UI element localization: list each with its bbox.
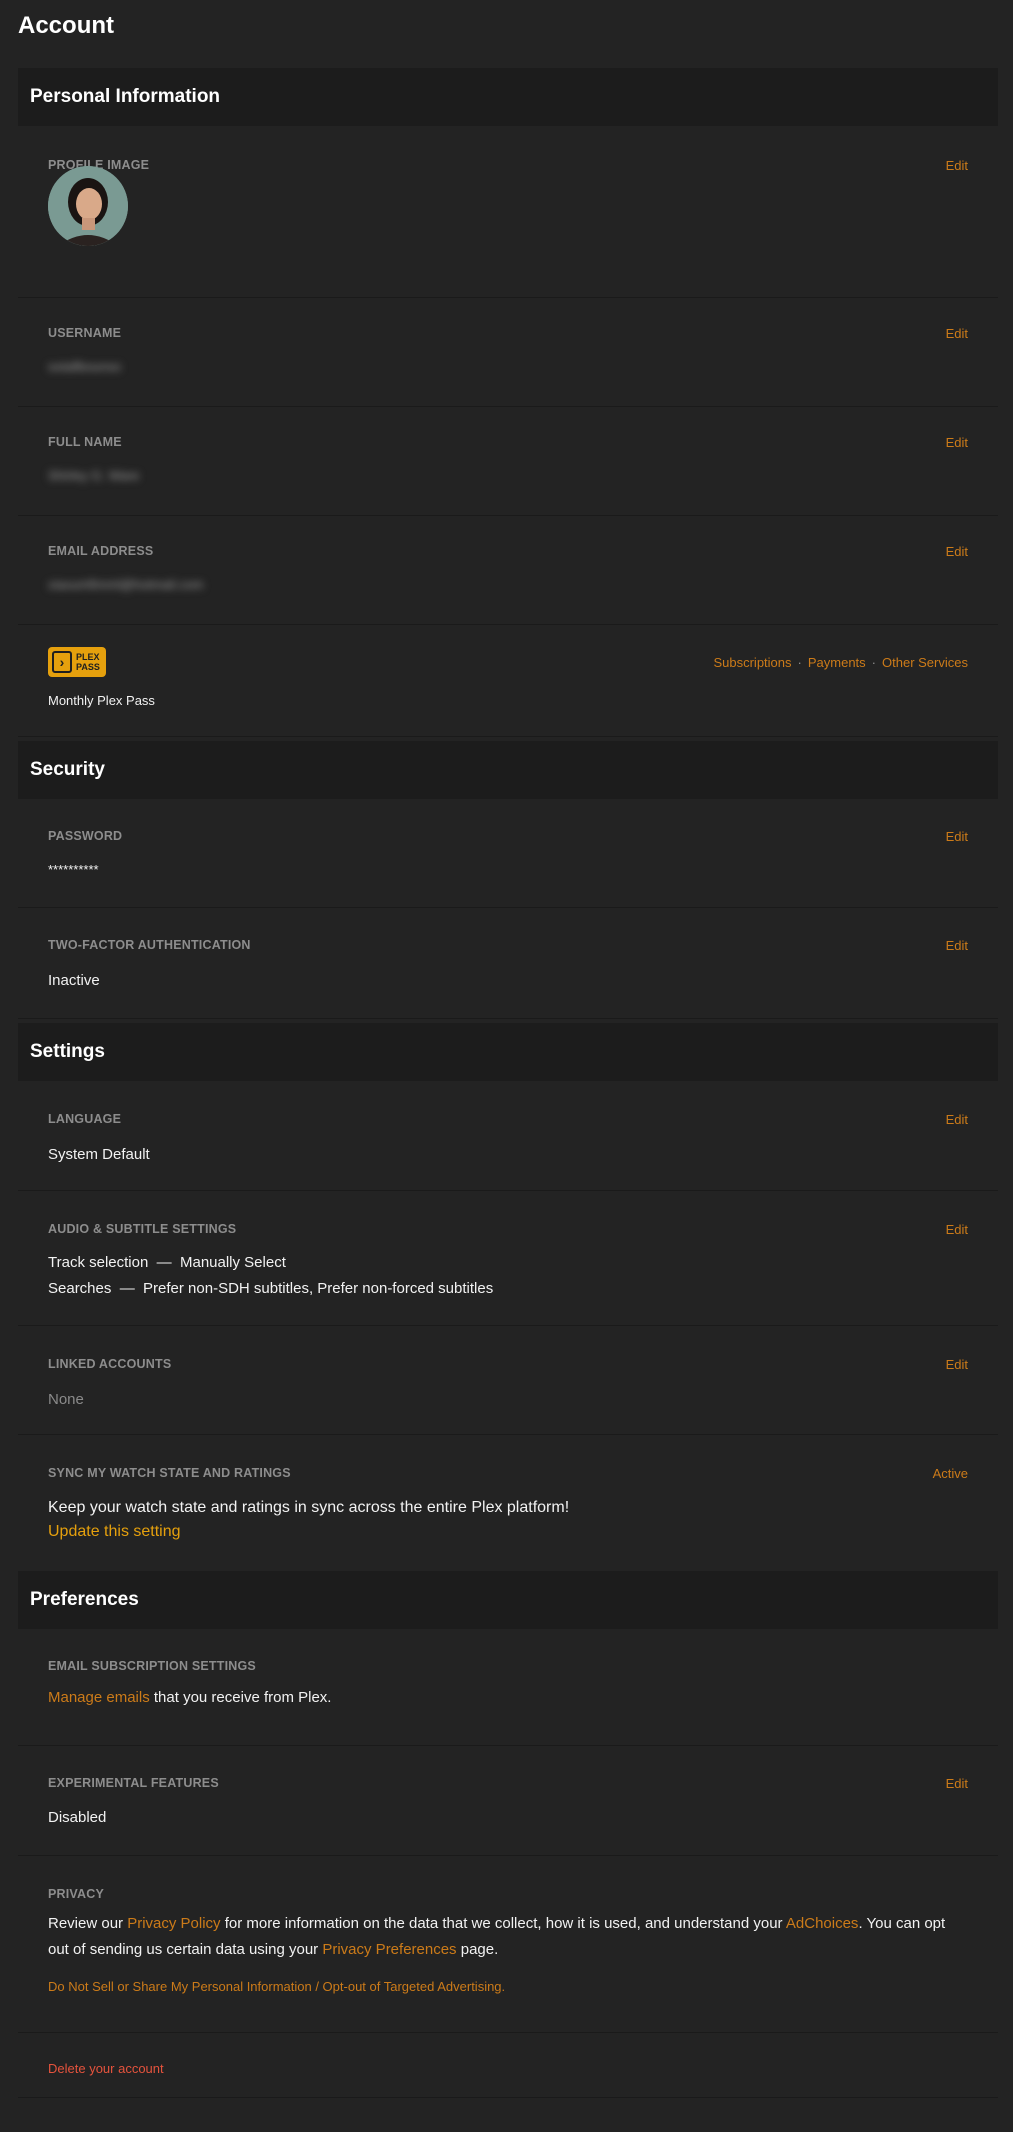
edit-password-button[interactable]: Edit: [946, 829, 968, 844]
section-title: Settings: [30, 1041, 105, 1062]
language-row: LANGUAGE Edit System Default: [18, 1081, 998, 1191]
update-setting-link[interactable]: Update this setting: [48, 1523, 181, 1541]
section-personal-information: Personal Information: [18, 68, 998, 126]
linked-accounts-row: LINKED ACCOUNTS Edit None: [18, 1326, 998, 1435]
privacy-preferences-link[interactable]: Privacy Preferences: [322, 1941, 456, 1958]
section-title: Security: [30, 759, 105, 780]
audio-subtitle-label: AUDIO & SUBTITLE SETTINGS: [48, 1222, 237, 1236]
sync-watch-status: Active: [932, 1466, 968, 1481]
linked-accounts-value: None: [48, 1391, 84, 1408]
experimental-row: EXPERIMENTAL FEATURES Edit Disabled: [18, 1746, 998, 1856]
full-name-row: FULL NAME Edit Shirley G. Ware: [18, 407, 998, 516]
experimental-value: Disabled: [48, 1809, 107, 1826]
username-value: sotallbounso: [48, 359, 121, 374]
two-factor-label: TWO-FACTOR AUTHENTICATION: [48, 938, 251, 952]
language-label: LANGUAGE: [48, 1112, 122, 1126]
avatar[interactable]: [48, 166, 128, 246]
section-title: Personal Information: [30, 86, 221, 107]
email-subscription-row: EMAIL SUBSCRIPTION SETTINGS Manage email…: [18, 1629, 998, 1746]
username-row: USERNAME Edit sotallbounso: [18, 298, 998, 407]
edit-experimental-button[interactable]: Edit: [946, 1776, 968, 1791]
section-security: Security: [18, 741, 998, 799]
audio-subtitle-row: AUDIO & SUBTITLE SETTINGS Edit Track sel…: [18, 1191, 998, 1326]
email-subscription-label: EMAIL SUBSCRIPTION SETTINGS: [48, 1659, 256, 1673]
email-label: EMAIL ADDRESS: [48, 544, 154, 558]
edit-full-name-button[interactable]: Edit: [946, 435, 968, 450]
two-factor-value: Inactive: [48, 972, 100, 989]
subscriptions-link[interactable]: Subscriptions: [713, 655, 791, 670]
avatar-image: [48, 166, 128, 246]
manage-emails-link[interactable]: Manage emails: [48, 1689, 150, 1706]
profile-image-row: PROFILE IMAGE Edit: [18, 126, 998, 298]
full-name-value: Shirley G. Ware: [48, 468, 140, 483]
password-value: **********: [48, 862, 99, 877]
adchoices-link[interactable]: AdChoices: [786, 1915, 859, 1932]
separator-dot: ·: [871, 655, 877, 670]
edit-email-button[interactable]: Edit: [946, 544, 968, 559]
plex-pass-links: Subscriptions · Payments · Other Services: [713, 655, 968, 670]
section-settings: Settings: [18, 1023, 998, 1081]
edit-profile-image-button[interactable]: Edit: [946, 158, 968, 173]
section-title: Preferences: [30, 1589, 139, 1610]
experimental-label: EXPERIMENTAL FEATURES: [48, 1776, 219, 1790]
plex-pass-badge-text: PLEX PASS: [76, 652, 100, 672]
privacy-policy-link[interactable]: Privacy Policy: [127, 1915, 220, 1932]
account-page: Account Personal Information PROFILE IMA…: [0, 0, 1013, 2132]
edit-audio-subtitle-button[interactable]: Edit: [946, 1222, 968, 1237]
sync-watch-label: SYNC MY WATCH STATE AND RATINGS: [48, 1466, 291, 1480]
password-label: PASSWORD: [48, 829, 123, 843]
sync-watch-description: Keep your watch state and ratings in syn…: [48, 1499, 570, 1516]
page-title: Account: [18, 12, 114, 39]
plex-pass-row: › PLEX PASS Subscriptions · Payments · Other…: [18, 625, 998, 737]
username-label: USERNAME: [48, 326, 122, 340]
plex-pass-plan: Monthly Plex Pass: [48, 693, 155, 708]
language-value: System Default: [48, 1146, 150, 1163]
searches-value: Searches — Prefer non-SDH subtitles, Pre…: [48, 1280, 494, 1297]
edit-linked-accounts-button[interactable]: Edit: [946, 1357, 968, 1372]
delete-account-link[interactable]: Delete your account: [48, 2061, 164, 2076]
track-selection-value: Track selection — Manually Select: [48, 1254, 286, 1271]
password-row: PASSWORD Edit **********: [18, 799, 998, 908]
linked-accounts-label: LINKED ACCOUNTS: [48, 1357, 172, 1371]
email-value: xiaxumfimml@hotmail.com: [48, 577, 204, 592]
section-preferences: Preferences: [18, 1571, 998, 1629]
delete-account-row: Delete your account: [18, 2033, 998, 2098]
edit-username-button[interactable]: Edit: [946, 326, 968, 341]
full-name-label: FULL NAME: [48, 435, 122, 449]
opt-out-link[interactable]: Do Not Sell or Share My Personal Informa…: [48, 1979, 505, 1994]
plex-pass-logo: › PLEX PASS: [48, 647, 106, 677]
edit-language-button[interactable]: Edit: [946, 1112, 968, 1127]
two-factor-row: TWO-FACTOR AUTHENTICATION Edit Inactive: [18, 908, 998, 1019]
privacy-text: Review our Privacy Policy for more infor…: [48, 1915, 946, 1958]
payments-link[interactable]: Payments: [808, 655, 866, 670]
privacy-row: PRIVACY Review our Privacy Policy for mo…: [18, 1856, 998, 2033]
privacy-label: PRIVACY: [48, 1887, 105, 1901]
email-row: EMAIL ADDRESS Edit xiaxumfimml@hotmail.c…: [18, 516, 998, 625]
chevron-right-icon: ›: [52, 651, 72, 673]
separator-dot: ·: [797, 655, 802, 670]
other-services-link[interactable]: Other Services: [882, 655, 968, 670]
sync-watch-row: SYNC MY WATCH STATE AND RATINGS Active K…: [18, 1435, 998, 1573]
email-subscription-text: Manage emails that you receive from Plex…: [48, 1689, 332, 1706]
edit-two-factor-button[interactable]: Edit: [946, 938, 968, 953]
